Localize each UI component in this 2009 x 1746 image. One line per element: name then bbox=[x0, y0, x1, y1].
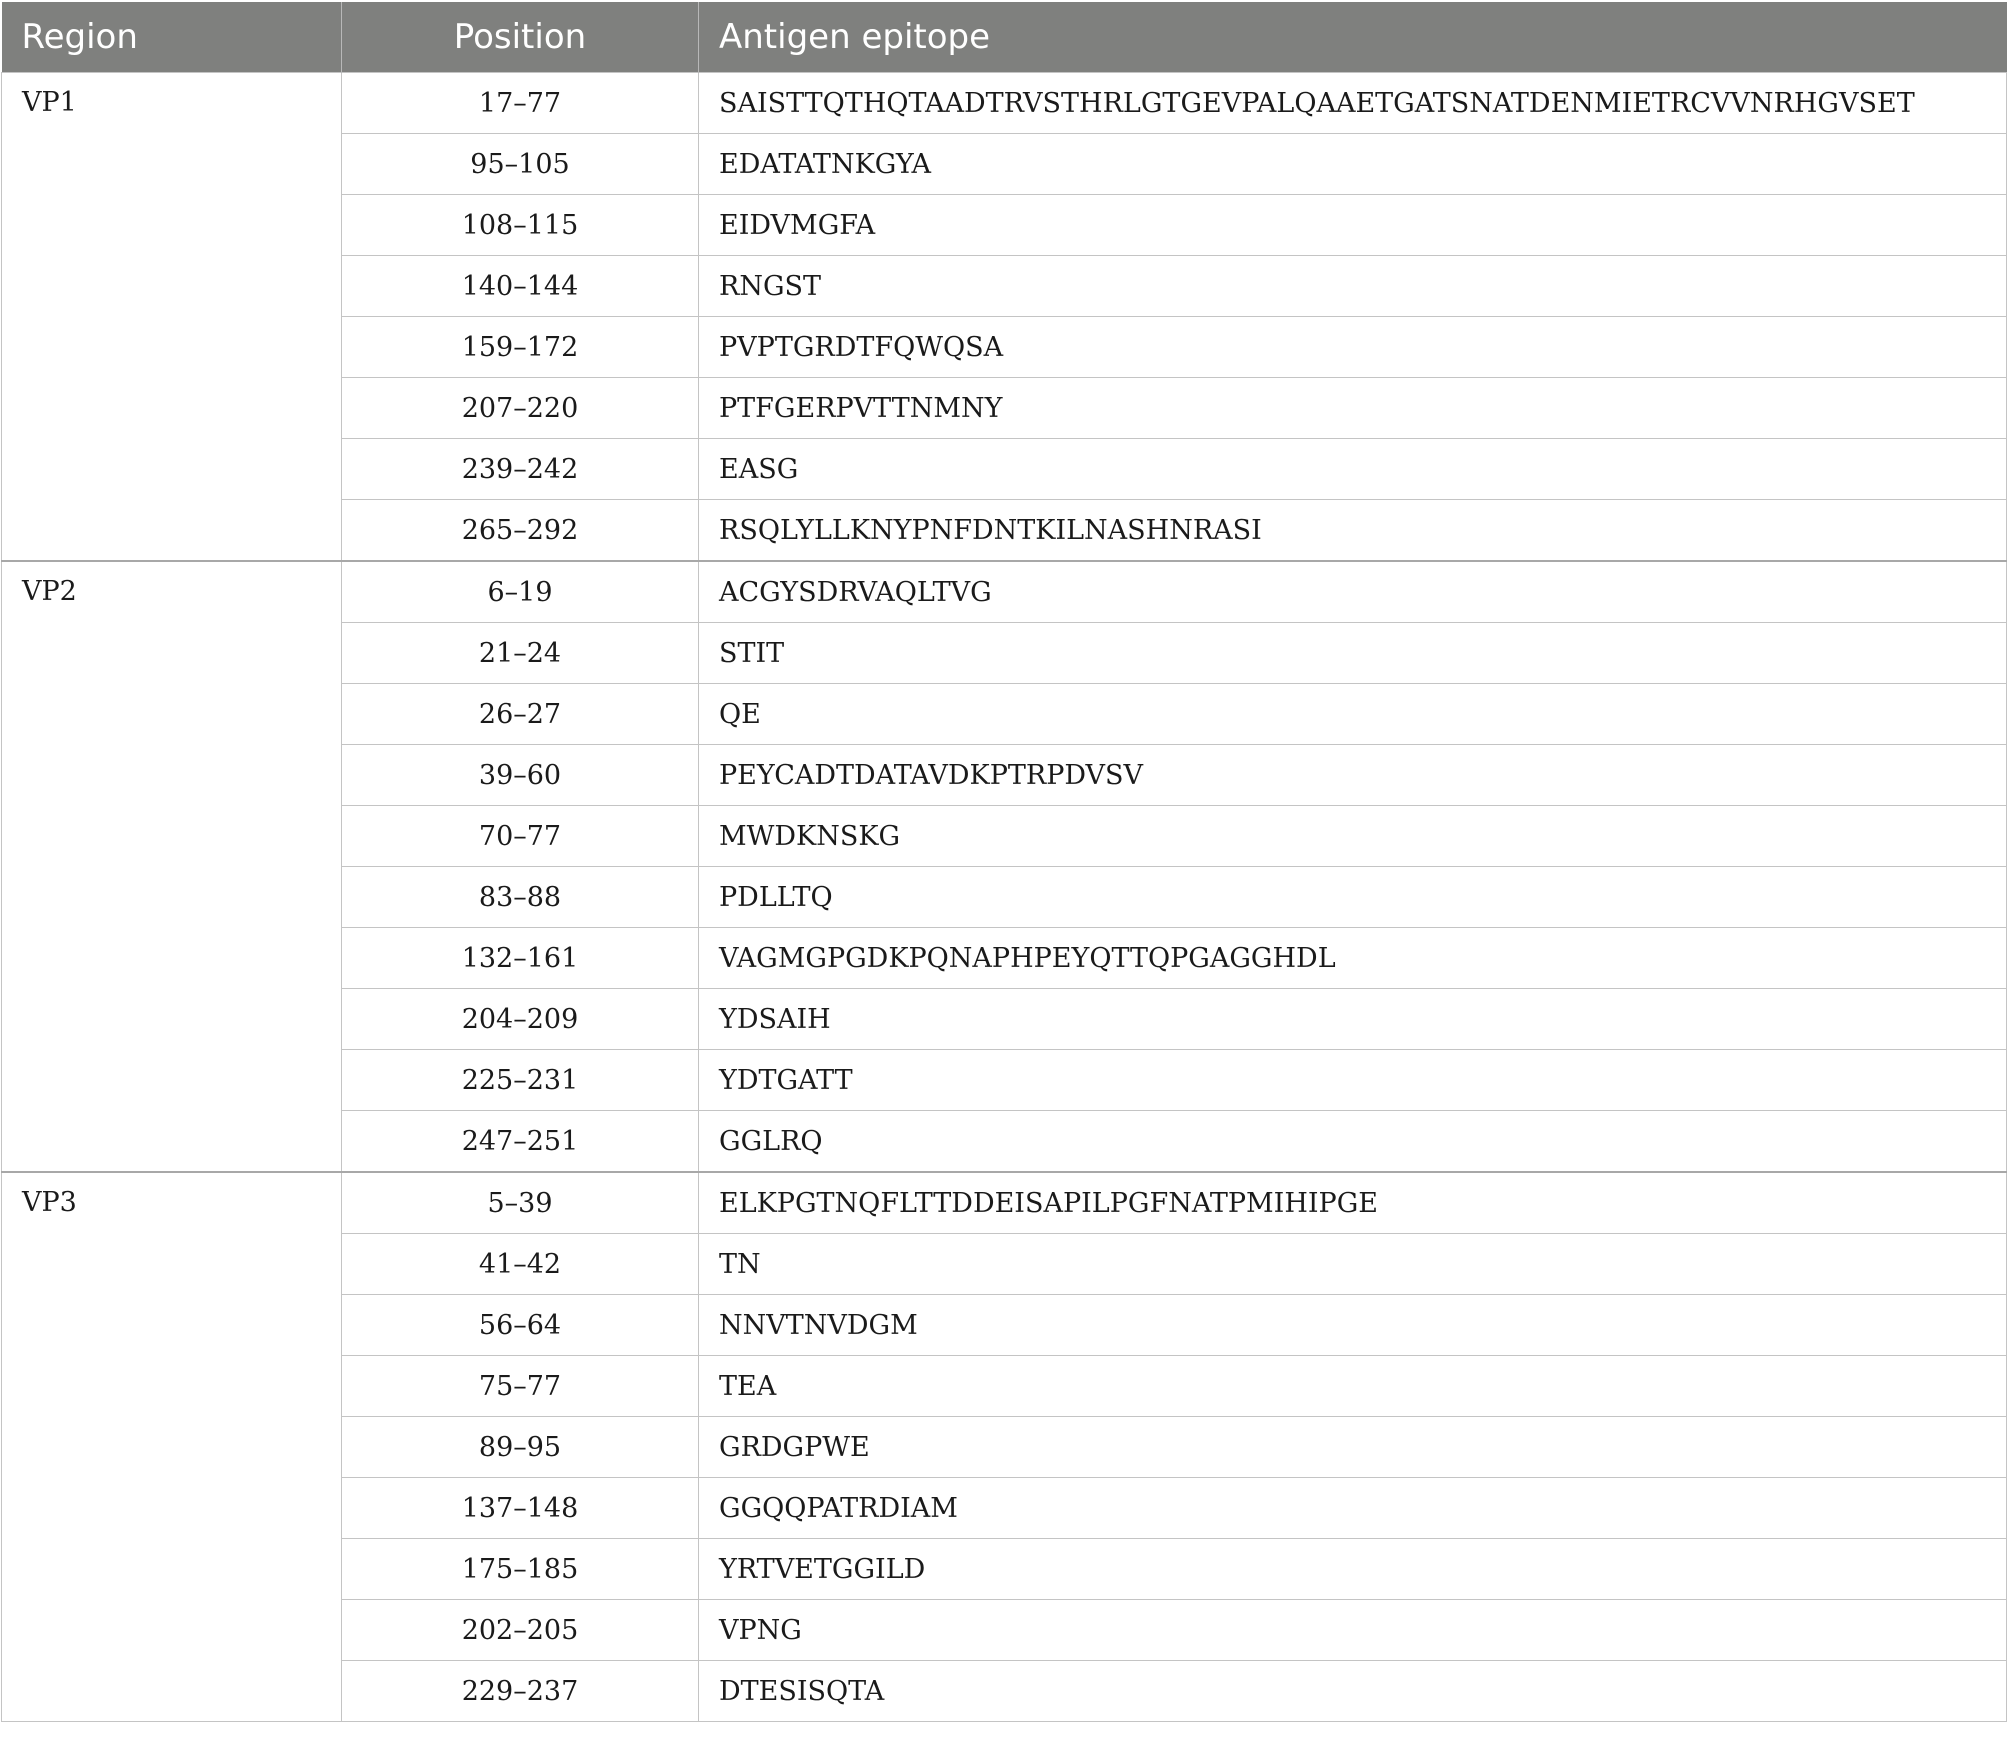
table-body: VP1 17–77 SAISTTQTHQTAADTRVSTHRLGTGEVPALQA… bbox=[1, 72, 2007, 1722]
table-row: VP3 5–39 ELKPGTNQFLTTDDEISAPILPGFNATPMIHIP… bbox=[1, 1171, 2007, 1722]
position-cell: 6–19 bbox=[341, 560, 699, 623]
position-cell: 95–105 bbox=[341, 133, 699, 195]
position-cell: 39–60 bbox=[341, 744, 699, 806]
epitope-cell: PDLLTQ bbox=[698, 866, 2007, 928]
position-cell: 137–148 bbox=[341, 1477, 699, 1539]
header-region: Region bbox=[1, 2, 342, 73]
epitope-cell: PVPTGRDTFQWQSA bbox=[698, 316, 2007, 378]
position-cell: 207–220 bbox=[341, 377, 699, 439]
position-cell: 159–172 bbox=[341, 316, 699, 378]
epitope-cell: ELKPGTNQFLTTDDEISAPILPGFNATPMIHIPGE bbox=[698, 1171, 2007, 1234]
position-cell: 17–77 bbox=[341, 72, 699, 134]
position-cell: 83–88 bbox=[341, 866, 699, 928]
region-cell: VP3 bbox=[1, 1171, 342, 1722]
table-row: VP1 17–77 SAISTTQTHQTAADTRVSTHRLGTGEVPALQA… bbox=[1, 72, 2007, 562]
epitope-cell: YDSAIH bbox=[698, 988, 2007, 1050]
epitope-cell: QE bbox=[698, 683, 2007, 745]
epitope-cell: NNVTNVDGM bbox=[698, 1294, 2007, 1356]
epitope-cell: VAGMGPGDKPQNAPHPEYQTTQPGAGGHDL bbox=[698, 927, 2007, 989]
table-header: Region Position Antigen epitope bbox=[1, 2, 2007, 73]
epitope-cell: GRDGPWE bbox=[698, 1416, 2007, 1478]
position-cell: 239–242 bbox=[341, 438, 699, 500]
position-cell: 41–42 bbox=[341, 1233, 699, 1295]
position-cell: 229–237 bbox=[341, 1660, 699, 1722]
position-cell: 108–115 bbox=[341, 194, 699, 256]
position-cell: 140–144 bbox=[341, 255, 699, 317]
epitope-cell: YRTVETGGILD bbox=[698, 1538, 2007, 1600]
position-cell: 5–39 bbox=[341, 1171, 699, 1234]
position-cell: 89–95 bbox=[341, 1416, 699, 1478]
position-cell: 225–231 bbox=[341, 1049, 699, 1111]
header-row: Region Position Antigen epitope bbox=[1, 2, 2007, 73]
epitope-cell: SAISTTQTHQTAADTRVSTHRLGTGEVPALQAAETGATSN… bbox=[698, 72, 2007, 134]
position-cell: 247–251 bbox=[341, 1110, 699, 1173]
region-cell: VP2 bbox=[1, 560, 342, 1173]
position-cell: 26–27 bbox=[341, 683, 699, 745]
position-cell: 132–161 bbox=[341, 927, 699, 989]
epitope-cell: MWDKNSKG bbox=[698, 805, 2007, 867]
epitope-cell: DTESISQTA bbox=[698, 1660, 2007, 1722]
epitope-cell: TN bbox=[698, 1233, 2007, 1295]
epitope-table: Region Position Antigen epitope VP1 17–77… bbox=[1, 2, 2007, 1722]
epitope-cell: RSQLYLLKNYPNFDNTKILNASHNRASI bbox=[698, 499, 2007, 562]
position-cell: 202–205 bbox=[341, 1599, 699, 1661]
epitope-cell: EIDVMGFA bbox=[698, 194, 2007, 256]
position-cell: 265–292 bbox=[341, 499, 699, 562]
position-cell: 21–24 bbox=[341, 622, 699, 684]
epitope-cell: PTFGERPVTTNMNY bbox=[698, 377, 2007, 439]
header-position: Position bbox=[341, 2, 699, 73]
position-cell: 70–77 bbox=[341, 805, 699, 867]
epitope-cell: EDATATNKGYA bbox=[698, 133, 2007, 195]
epitope-cell: PEYCADTDATAVDKPTRPDVSV bbox=[698, 744, 2007, 806]
epitope-cell: GGQQPATRDIAM bbox=[698, 1477, 2007, 1539]
epitope-cell: YDTGATT bbox=[698, 1049, 2007, 1111]
position-cell: 75–77 bbox=[341, 1355, 699, 1417]
epitope-cell: TEA bbox=[698, 1355, 2007, 1417]
epitope-cell: STIT bbox=[698, 622, 2007, 684]
table-row: VP2 6–19 ACGYSDRVAQLTVG bbox=[1, 560, 2007, 1173]
position-cell: 175–185 bbox=[341, 1538, 699, 1600]
epitope-cell: ACGYSDRVAQLTVG bbox=[698, 560, 2007, 623]
epitope-cell: EASG bbox=[698, 438, 2007, 500]
epitope-cell: VPNG bbox=[698, 1599, 2007, 1661]
header-epitope: Antigen epitope bbox=[698, 2, 2007, 73]
position-cell: 204–209 bbox=[341, 988, 699, 1050]
epitope-cell: GGLRQ bbox=[698, 1110, 2007, 1173]
epitope-cell: RNGST bbox=[698, 255, 2007, 317]
region-cell: VP1 bbox=[1, 72, 342, 562]
position-cell: 56–64 bbox=[341, 1294, 699, 1356]
